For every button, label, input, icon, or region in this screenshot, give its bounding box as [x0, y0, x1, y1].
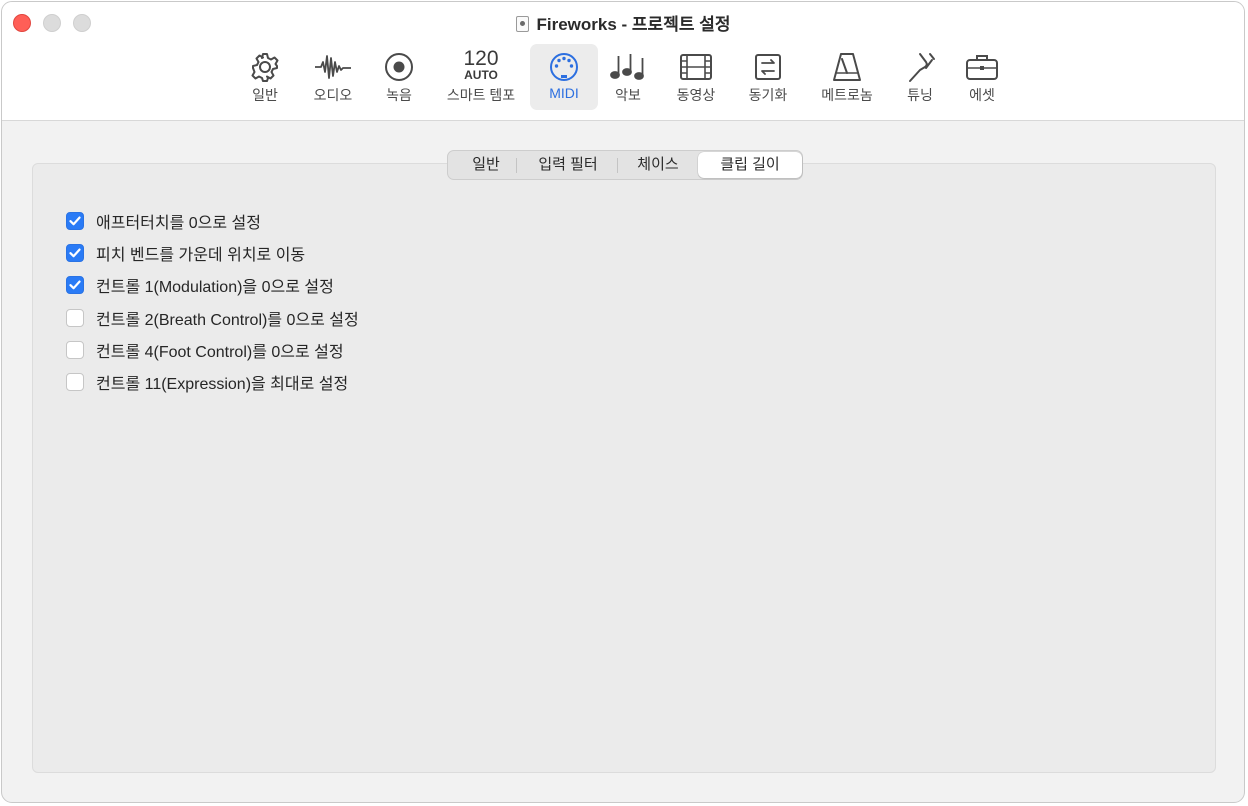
toolbar-tab-general[interactable]: 일반	[240, 44, 290, 110]
subtab-clip-length[interactable]: 클립 길이	[698, 152, 802, 178]
subtab-divider	[516, 158, 517, 173]
option-label: 피치 벤드를 가운데 위치로 이동	[96, 247, 306, 264]
option-row-foot-control[interactable]: 컨트롤 4(Foot Control)를 0으로 설정	[66, 339, 344, 361]
option-label: 애프터터치를 0으로 설정	[96, 215, 261, 232]
subtab-divider	[617, 158, 618, 173]
subtab-general[interactable]: 일반	[454, 151, 518, 179]
option-label: 컨트롤 2(Breath Control)를 0으로 설정	[96, 312, 359, 329]
toolbar-tab-tuning[interactable]: 튜닝	[896, 44, 944, 110]
toolbar-tab-smart-tempo[interactable]: 120 AUTO 스마트 템포	[440, 44, 522, 110]
toolbar-tab-sync[interactable]: 동기화	[740, 44, 796, 110]
film-icon	[666, 50, 726, 84]
subtab-chase[interactable]: 체이스	[620, 151, 696, 179]
window-title: Fireworks - 프로젝트 설정	[536, 15, 731, 34]
checkmark-icon	[69, 280, 81, 290]
briefcase-icon	[956, 50, 1008, 84]
document-icon	[515, 16, 529, 32]
toolbar-tab-label: 에셋	[969, 87, 995, 103]
toolbar-tab-movie[interactable]: 동영상	[666, 44, 726, 110]
option-label: 컨트롤 11(Expression)을 최대로 설정	[96, 376, 349, 393]
toolbar-tab-assets[interactable]: 에셋	[956, 44, 1008, 110]
option-label: 컨트롤 4(Foot Control)를 0으로 설정	[96, 344, 344, 361]
checkmark-icon	[69, 248, 81, 258]
gear-icon	[240, 50, 290, 84]
checkmark-icon	[69, 216, 81, 226]
option-label: 컨트롤 1(Modulation)을 0으로 설정	[96, 279, 334, 296]
toolbar-tab-label: 오디오	[313, 87, 353, 103]
modulation-checkbox[interactable]	[66, 276, 84, 294]
toolbar-tab-label: 동기화	[748, 87, 788, 103]
toolbar-tab-label: 메트로놈	[821, 87, 873, 103]
toolbar-tab-score[interactable]: 악보	[604, 44, 652, 110]
window-title-bar: Fireworks - 프로젝트 설정	[2, 10, 1244, 35]
toolbar-tab-label: 녹음	[386, 87, 412, 103]
smart-tempo-value: 120	[463, 47, 499, 70]
pitch-bend-checkbox[interactable]	[66, 244, 84, 262]
option-row-expression[interactable]: 컨트롤 11(Expression)을 최대로 설정	[66, 371, 348, 393]
midi-subtab-control: 일반 입력 필터 체이스 클립 길이	[447, 150, 803, 180]
smart-tempo-mode: AUTO	[464, 68, 498, 82]
option-row-breath-control[interactable]: 컨트롤 2(Breath Control)를 0으로 설정	[66, 307, 359, 329]
foot-control-checkbox[interactable]	[66, 341, 84, 359]
toolbar-tab-label: 튜닝	[907, 87, 933, 103]
record-icon	[374, 50, 424, 84]
option-row-modulation[interactable]: 컨트롤 1(Modulation)을 0으로 설정	[66, 274, 334, 296]
toolbar-tab-label: 일반	[252, 87, 278, 103]
tuning-fork-icon	[896, 50, 944, 84]
sync-icon	[740, 50, 796, 84]
toolbar-tab-label: 악보	[615, 87, 641, 103]
aftertouch-checkbox[interactable]	[66, 212, 84, 230]
toolbar: Fireworks - 프로젝트 설정 일반 오디오 녹음 120 AUTO 스…	[2, 2, 1244, 121]
waveform-icon	[305, 50, 361, 84]
toolbar-tab-metronome[interactable]: 메트로놈	[812, 44, 882, 110]
toolbar-tab-record[interactable]: 녹음	[374, 44, 424, 110]
project-settings-window: Fireworks - 프로젝트 설정 일반 오디오 녹음 120 AUTO 스…	[1, 1, 1245, 803]
toolbar-tab-label: 동영상	[676, 87, 716, 103]
option-row-pitch-bend[interactable]: 피치 벤드를 가운데 위치로 이동	[66, 242, 305, 264]
toolbar-tab-label: 스마트 템포	[446, 87, 516, 103]
metronome-icon	[812, 50, 882, 84]
expression-checkbox[interactable]	[66, 373, 84, 391]
score-notes-icon	[604, 50, 652, 84]
toolbar-tab-midi[interactable]: MIDI	[530, 44, 598, 110]
toolbar-tab-audio[interactable]: 오디오	[305, 44, 361, 110]
settings-toolbar-tabs: 일반 오디오 녹음 120 AUTO 스마트 템포 MIDI 악보 동영상 동기…	[2, 44, 1244, 112]
breath-control-checkbox[interactable]	[66, 309, 84, 327]
subtab-input-filter[interactable]: 입력 필터	[520, 151, 616, 179]
smart-tempo-icon: 120 AUTO	[440, 48, 522, 82]
midi-icon	[530, 50, 598, 84]
toolbar-tab-label: MIDI	[549, 85, 579, 101]
option-row-aftertouch[interactable]: 애프터터치를 0으로 설정	[66, 210, 261, 232]
